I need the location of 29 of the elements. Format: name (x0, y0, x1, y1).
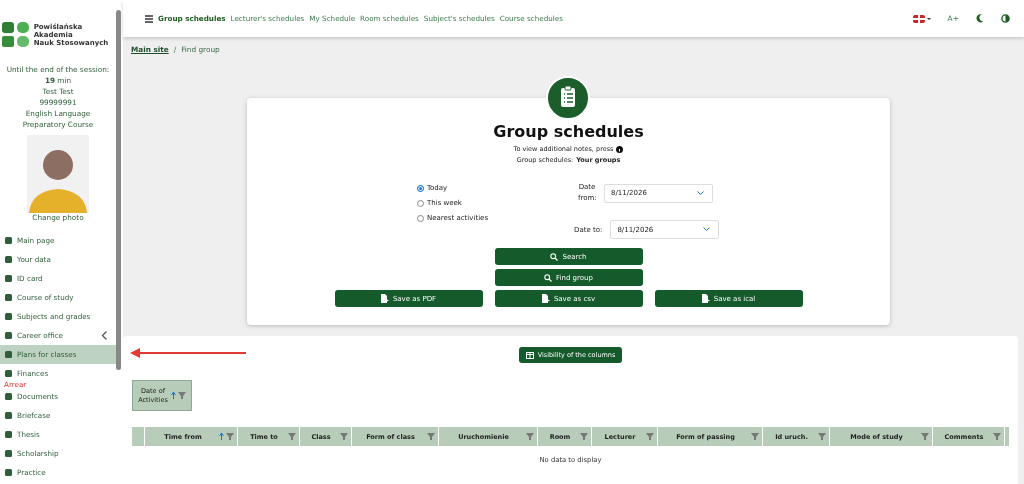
filter-icon[interactable] (580, 432, 589, 441)
filter-icon[interactable] (226, 432, 235, 441)
filter-icon[interactable] (340, 432, 349, 441)
search-icon (544, 273, 553, 282)
moon-icon[interactable] (976, 14, 984, 23)
flag-icon[interactable] (912, 14, 931, 23)
filter-icon[interactable] (178, 391, 187, 400)
filter-icon[interactable] (288, 432, 297, 441)
filter-icon[interactable] (526, 432, 535, 441)
file-export-icon (380, 294, 389, 303)
info-icon[interactable] (616, 146, 624, 153)
sort-up-icon[interactable] (171, 391, 176, 400)
filter-icon[interactable] (993, 432, 1002, 441)
scrollbar[interactable] (116, 10, 121, 370)
filter-icon[interactable] (646, 432, 655, 441)
search-icon (550, 252, 559, 261)
chevron-down-icon[interactable] (697, 190, 705, 196)
contrast-icon[interactable] (1001, 14, 1010, 23)
file-export-icon (541, 294, 550, 303)
page-title: Group schedules (493, 122, 644, 141)
chevron-down-icon[interactable] (703, 227, 711, 232)
logo-icon (1, 22, 30, 48)
filter-icon[interactable] (921, 432, 930, 441)
table-icon (525, 351, 534, 359)
filter-icon[interactable] (818, 432, 827, 441)
filter-icon[interactable] (427, 432, 436, 441)
file-export-icon (701, 294, 710, 303)
filter-icon[interactable] (751, 432, 760, 441)
sort-up-icon[interactable] (219, 432, 224, 441)
